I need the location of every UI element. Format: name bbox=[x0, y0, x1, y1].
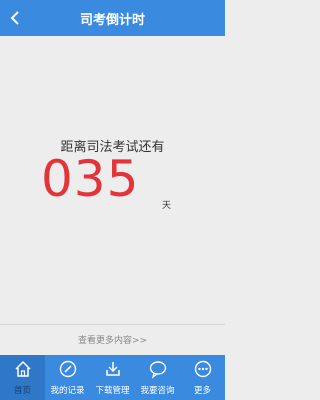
tab-label: 更多 bbox=[193, 386, 211, 396]
page-title: 司考倒计时 bbox=[79, 13, 145, 28]
tab-records[interactable]: 我的记录 bbox=[45, 355, 90, 400]
tab-label: 我的记录 bbox=[50, 386, 85, 396]
tab-label: 下载管理 bbox=[95, 386, 130, 396]
countdown-days: 035 bbox=[41, 150, 140, 208]
tab-downloads[interactable]: 下载管理 bbox=[90, 355, 135, 400]
countdown-panel: 距离司法考试还有 035 天 bbox=[0, 36, 225, 324]
tab-home[interactable]: 首页 bbox=[0, 355, 45, 400]
download-icon bbox=[103, 359, 123, 379]
edit-icon bbox=[58, 359, 78, 379]
chat-icon bbox=[148, 359, 168, 379]
bottom-tab-bar: 首页 我的记录 下载管理 我要咨询 更多 bbox=[0, 355, 225, 400]
tab-consult[interactable]: 我要咨询 bbox=[135, 355, 180, 400]
tab-label: 我要咨询 bbox=[140, 386, 175, 396]
view-more-link[interactable]: 查看更多内容>> bbox=[0, 333, 225, 346]
top-bar: 司考倒计时 bbox=[0, 0, 225, 36]
countdown-unit: 天 bbox=[162, 201, 172, 211]
tab-label: 首页 bbox=[13, 386, 31, 396]
tab-more[interactable]: 更多 bbox=[180, 355, 225, 400]
divider bbox=[0, 324, 225, 325]
home-icon bbox=[13, 359, 33, 379]
more-icon bbox=[193, 359, 213, 379]
